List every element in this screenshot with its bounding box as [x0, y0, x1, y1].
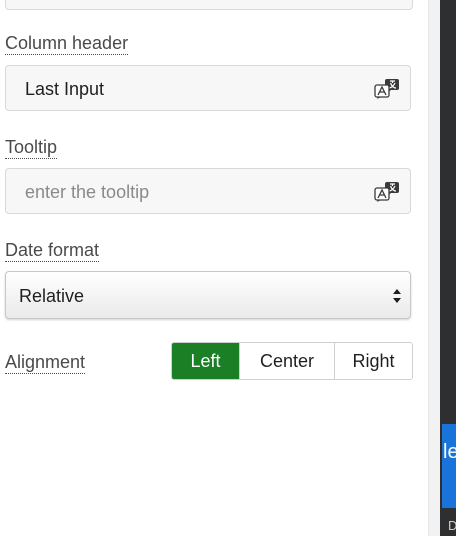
align-center-button[interactable]: Center: [239, 343, 334, 379]
column-header-value: Last Input: [25, 79, 105, 99]
date-format-label: Date format: [5, 240, 100, 262]
column-settings-panel: Column header Last Input Tooltip enter t…: [0, 0, 428, 536]
right-pane-text: D: [448, 518, 456, 533]
screen: Column header Last Input Tooltip enter t…: [0, 0, 456, 536]
translate-icon[interactable]: [372, 181, 402, 203]
tooltip-label: Tooltip: [5, 137, 58, 159]
alignment-label: Alignment: [5, 352, 86, 374]
align-right-button[interactable]: Right: [334, 343, 412, 379]
date-format-select[interactable]: Relative: [5, 271, 411, 319]
align-left-button[interactable]: Left: [172, 343, 239, 379]
alignment-segmented-control: Left Center Right: [171, 342, 413, 380]
chevron-up-down-icon: [392, 286, 402, 306]
translate-icon[interactable]: [372, 78, 402, 100]
right-pane: le D: [440, 0, 456, 536]
tooltip-placeholder: enter the tooltip: [25, 182, 150, 202]
tooltip-input[interactable]: enter the tooltip: [5, 168, 411, 214]
previous-field[interactable]: [5, 0, 413, 10]
blue-button-text: le: [443, 441, 456, 463]
date-format-value: Relative: [19, 286, 85, 306]
column-header-input[interactable]: Last Input: [5, 65, 411, 111]
column-header-label: Column header: [5, 33, 129, 55]
blue-button-fragment[interactable]: [442, 424, 456, 508]
